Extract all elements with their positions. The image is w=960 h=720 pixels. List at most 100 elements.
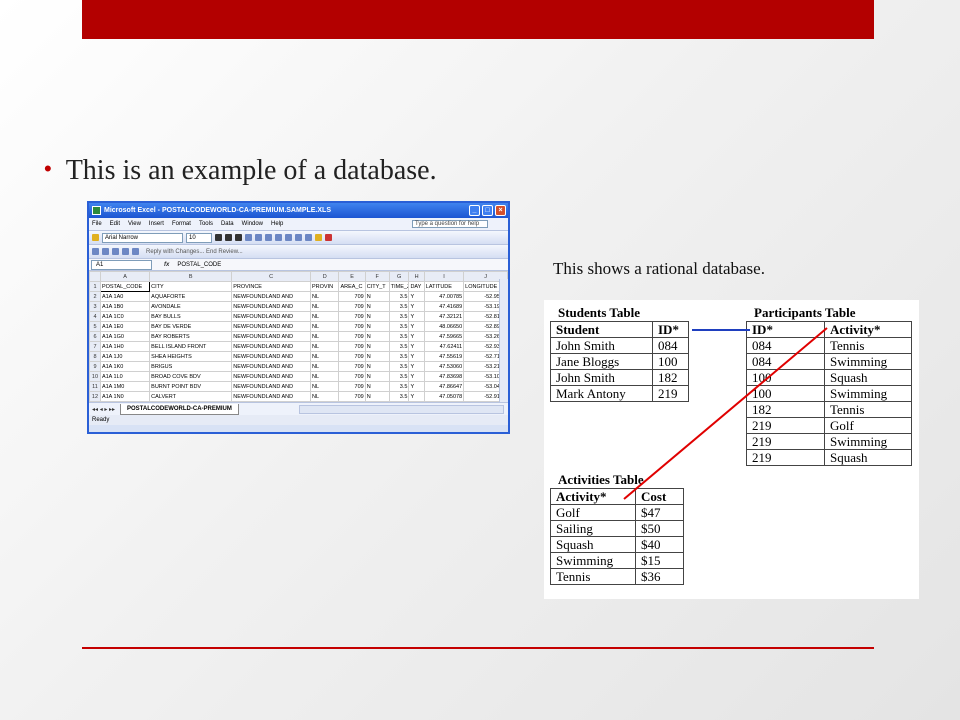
table-cell[interactable]: BAY ROBERTS: [149, 331, 233, 342]
menu-format[interactable]: Format: [172, 221, 191, 227]
close-icon[interactable]: ×: [495, 205, 506, 216]
table-cell[interactable]: NEWFOUNDLAND AND: [231, 381, 312, 392]
table-cell[interactable]: NEWFOUNDLAND AND: [231, 371, 312, 382]
table-cell[interactable]: A1A 1N0: [99, 391, 151, 402]
table-cell[interactable]: BELL ISLAND FRONT: [149, 341, 233, 352]
table-cell[interactable]: NL: [310, 311, 340, 322]
italic-icon[interactable]: [225, 234, 232, 241]
row-header[interactable]: 2: [89, 291, 101, 302]
underline-icon[interactable]: [235, 234, 242, 241]
table-cell[interactable]: 3.5: [388, 311, 410, 322]
table-cell[interactable]: A1A 1H0: [99, 341, 151, 352]
table-cell[interactable]: A1A 1J0: [99, 351, 151, 362]
select-all-corner[interactable]: [89, 271, 101, 282]
table-cell[interactable]: PROVIN: [310, 281, 340, 292]
table-cell[interactable]: NL: [310, 361, 340, 372]
row-header[interactable]: 4: [89, 311, 101, 322]
table-cell[interactable]: NEWFOUNDLAND AND: [231, 361, 312, 372]
font-name-select[interactable]: Arial Narrow: [102, 232, 183, 243]
table-cell[interactable]: Y: [408, 311, 425, 322]
table-cell[interactable]: CITY_T: [364, 281, 390, 292]
table-cell[interactable]: A1A 1A0: [99, 291, 151, 302]
formula-input[interactable]: POSTAL_CODE: [177, 262, 221, 268]
table-cell[interactable]: NEWFOUNDLAND AND: [231, 351, 312, 362]
column-header[interactable]: D: [310, 271, 340, 282]
table-cell[interactable]: 709: [338, 391, 366, 402]
table-cell[interactable]: Y: [408, 291, 425, 302]
table-cell[interactable]: N: [364, 361, 390, 372]
menu-file[interactable]: File: [92, 221, 102, 227]
table-cell[interactable]: LATITUDE: [423, 281, 465, 292]
table-cell[interactable]: AQUAFORTE: [149, 291, 233, 302]
table-cell[interactable]: NL: [310, 351, 340, 362]
table-cell[interactable]: 47.05078: [423, 391, 465, 402]
row-header[interactable]: 5: [89, 321, 101, 332]
table-cell[interactable]: Y: [408, 331, 425, 342]
table-cell[interactable]: Y: [408, 321, 425, 332]
row-header[interactable]: 9: [89, 361, 101, 372]
column-header[interactable]: C: [231, 271, 312, 282]
table-cell[interactable]: 3.5: [388, 291, 410, 302]
review-icon[interactable]: [92, 248, 99, 255]
row-header[interactable]: 1: [89, 281, 101, 292]
table-cell[interactable]: NEWFOUNDLAND AND: [231, 331, 312, 342]
review-icon[interactable]: [132, 248, 139, 255]
fill-color-icon[interactable]: [315, 234, 322, 241]
table-cell[interactable]: CALVERT: [149, 391, 233, 402]
table-cell[interactable]: 709: [338, 381, 366, 392]
menu-window[interactable]: Window: [242, 221, 263, 227]
sheet-nav-arrows-icon[interactable]: ◂◂ ◂ ▸ ▸▸: [89, 406, 120, 413]
minimize-icon[interactable]: _: [469, 205, 480, 216]
menu-data[interactable]: Data: [221, 221, 234, 227]
table-cell[interactable]: NEWFOUNDLAND AND: [231, 321, 312, 332]
table-cell[interactable]: A1A 1L0: [99, 371, 151, 382]
table-cell[interactable]: AREA_C: [338, 281, 366, 292]
table-cell[interactable]: Y: [408, 361, 425, 372]
table-cell[interactable]: 47.86647: [423, 381, 465, 392]
table-cell[interactable]: BROAD COVE BDV: [149, 371, 233, 382]
table-cell[interactable]: 3.5: [388, 391, 410, 402]
table-cell[interactable]: 709: [338, 301, 366, 312]
table-cell[interactable]: Y: [408, 371, 425, 382]
table-cell[interactable]: NEWFOUNDLAND AND: [231, 291, 312, 302]
column-header[interactable]: H: [408, 271, 425, 282]
row-header[interactable]: 11: [89, 381, 101, 392]
review-icon[interactable]: [102, 248, 109, 255]
open-folder-icon[interactable]: [92, 234, 99, 241]
vertical-scrollbar[interactable]: [499, 279, 508, 402]
table-cell[interactable]: 709: [338, 331, 366, 342]
table-cell[interactable]: 3.5: [388, 321, 410, 332]
table-cell[interactable]: BAY DE VERDE: [149, 321, 233, 332]
table-cell[interactable]: BAY BULLS: [149, 311, 233, 322]
table-cell[interactable]: 47.83698: [423, 371, 465, 382]
table-cell[interactable]: NEWFOUNDLAND AND: [231, 311, 312, 322]
table-cell[interactable]: 3.5: [388, 341, 410, 352]
table-cell[interactable]: N: [364, 351, 390, 362]
borders-icon[interactable]: [305, 234, 312, 241]
table-cell[interactable]: A1A 1G0: [99, 331, 151, 342]
review-icon[interactable]: [112, 248, 119, 255]
reply-with-changes[interactable]: Reply with Changes... End Review...: [146, 249, 243, 255]
table-cell[interactable]: A1A 1B0: [99, 301, 151, 312]
table-cell[interactable]: AVONDALE: [149, 301, 233, 312]
table-cell[interactable]: 47.32121: [423, 311, 465, 322]
table-cell[interactable]: A1A 1K0: [99, 361, 151, 372]
table-cell[interactable]: N: [364, 341, 390, 352]
table-cell[interactable]: N: [364, 371, 390, 382]
table-cell[interactable]: NL: [310, 391, 340, 402]
table-cell[interactable]: N: [364, 311, 390, 322]
table-cell[interactable]: NL: [310, 371, 340, 382]
row-header[interactable]: 10: [89, 371, 101, 382]
menu-help[interactable]: Help: [271, 221, 283, 227]
maximize-icon[interactable]: □: [482, 205, 493, 216]
table-cell[interactable]: NL: [310, 321, 340, 332]
table-cell[interactable]: NEWFOUNDLAND AND: [231, 391, 312, 402]
menu-tools[interactable]: Tools: [199, 221, 213, 227]
table-cell[interactable]: 47.55619: [423, 351, 465, 362]
row-header[interactable]: 3: [89, 301, 101, 312]
percent-icon[interactable]: [295, 234, 302, 241]
align-right-icon[interactable]: [265, 234, 272, 241]
menu-view[interactable]: View: [128, 221, 141, 227]
table-cell[interactable]: Y: [408, 341, 425, 352]
table-cell[interactable]: NL: [310, 301, 340, 312]
